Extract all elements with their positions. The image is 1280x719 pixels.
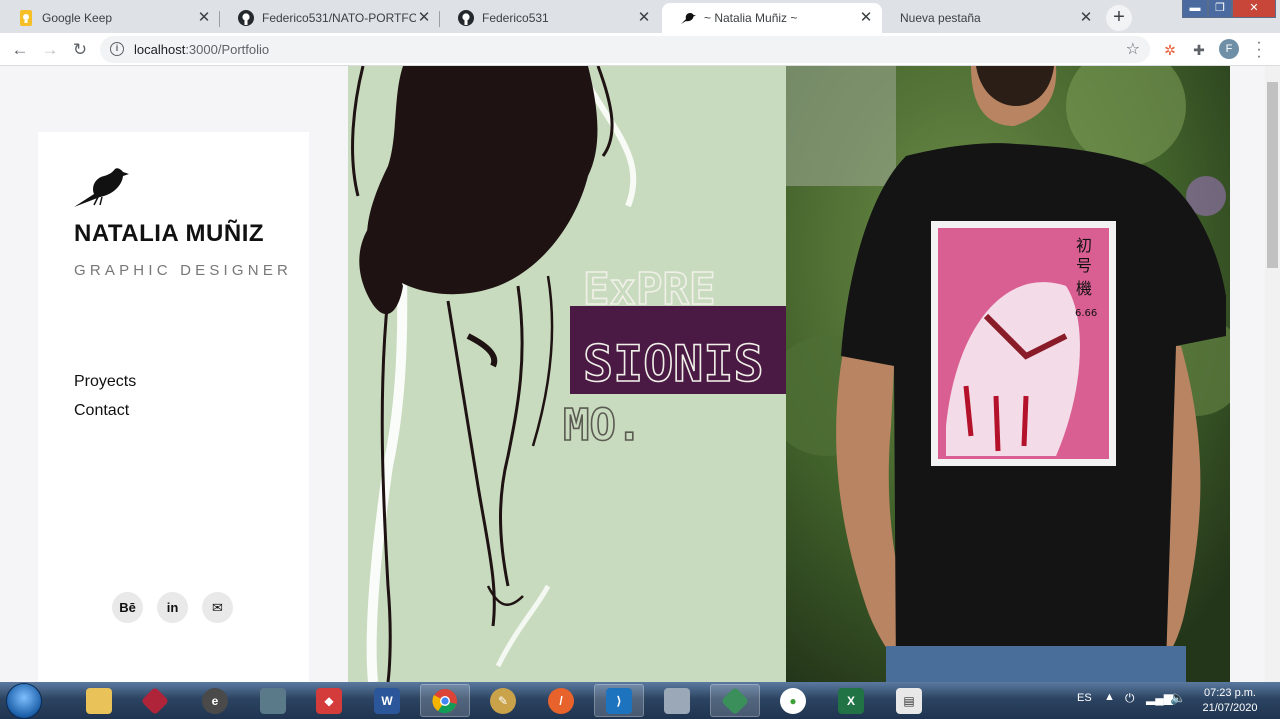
browser-toolbar: ← → ↻ i localhost:3000/Portfolio ☆ ✲ ✚ F… [0,33,1280,66]
close-tab-icon[interactable]: ✕ [858,10,874,26]
google-keep-icon [18,10,34,26]
close-tab-icon[interactable]: ✕ [636,10,652,26]
behance-icon[interactable]: Bē [112,592,143,623]
git-app-taskbar-icon[interactable]: ◆ [304,684,354,717]
tshirt-photo-image[interactable]: 初 号 機 6.66 [786,66,1230,682]
start-button[interactable] [6,683,42,719]
remote-desktop-taskbar-icon[interactable] [248,684,298,717]
address-bar[interactable]: i localhost:3000/Portfolio ☆ [100,36,1150,63]
tab-title: ~ Natalia Muñiz ~ [704,11,798,25]
reload-button[interactable]: ↻ [68,38,92,62]
close-tab-icon[interactable]: ✕ [196,10,212,26]
tab-nato-portfolio[interactable]: Federico531/NATO-PORTFOLIO ✕ [220,3,440,33]
poster-text-line-3: MO. [563,400,642,451]
puzzle-extensions-icon[interactable]: ✚ [1189,40,1209,60]
tab-title: Nueva pestaña [900,11,981,25]
windows-taskbar: e ◆ W ✎ / ⟩ ● X ▤ ES ▲ ⏻ ▂▄▆ 🔈 07:23 p.m… [0,682,1280,719]
shirt-text-3: 機 [1076,279,1092,298]
tab-title: Google Keep [42,11,113,25]
forward-button[interactable]: → [38,38,62,62]
system-clock[interactable]: 07:23 p.m. 21/07/2020 [1195,686,1265,716]
tab-strip: Google Keep ✕ Federico531/NATO-PORTFOLIO… [0,0,1280,33]
url-host: localhost [134,42,186,57]
excel-taskbar-icon[interactable]: X [826,684,876,717]
bird-logo-icon[interactable] [74,168,130,213]
tab-federico531[interactable]: Federico531 ✕ [440,3,660,33]
sidebar-card: NATALIA MUÑIZ GRAPHIC DESIGNER Proyects … [38,132,309,682]
browser-app-taskbar-icon[interactable]: e [190,684,240,717]
design-app-taskbar-icon[interactable]: / [536,684,586,717]
url-path: :3000/Portfolio [185,42,270,57]
close-window-button[interactable]: ✕ [1232,0,1276,18]
tab-natalia-muniz[interactable]: ~ Natalia Muñiz ~ ✕ [662,3,882,33]
file-explorer-taskbar-icon[interactable] [74,684,124,717]
paint-taskbar-icon[interactable]: ✎ [478,684,528,717]
close-tab-icon[interactable]: ✕ [1078,10,1094,26]
minimize-button[interactable]: ▬ [1182,0,1208,18]
chrome-taskbar-icon[interactable] [420,684,470,717]
tab-title: Federico531/NATO-PORTFOLIO [262,11,416,25]
nav-link-proyects[interactable]: Proyects [74,373,136,391]
app-taskbar-icon[interactable] [130,684,180,717]
word-taskbar-icon[interactable]: W [362,684,412,717]
clock-time: 07:23 p.m. [1204,687,1256,699]
github-icon [458,10,474,26]
extension-icon[interactable]: ✲ [1160,40,1180,60]
calculator-taskbar-icon[interactable] [652,684,702,717]
page-viewport: NATALIA MUÑIZ GRAPHIC DESIGNER Proyects … [0,66,1265,682]
tab-title: Federico531 [482,11,549,25]
info-icon[interactable]: i [110,42,124,56]
mail-icon[interactable]: ✉ [202,592,233,623]
maximize-button[interactable]: ❐ [1208,0,1232,18]
tab-google-keep[interactable]: Google Keep ✕ [0,3,220,33]
page-scrollbar[interactable] [1265,66,1280,682]
linkedin-icon[interactable]: in [157,592,188,623]
menu-dots-icon[interactable]: · · · [1254,35,1264,65]
shirt-text-4: 6.66 [1075,308,1097,319]
vscode-taskbar-icon[interactable]: ⟩ [594,684,644,717]
back-button[interactable]: ← [8,38,32,62]
scrollbar-thumb[interactable] [1267,82,1278,268]
clock-date: 21/07/2020 [1202,702,1258,714]
gitkraken-taskbar-icon[interactable] [710,684,760,717]
language-indicator[interactable]: ES [1077,692,1092,704]
poster-text-line-2: SIONIS [583,335,764,393]
bookmark-star-icon[interactable]: ☆ [1126,36,1140,63]
network-icon[interactable]: ▂▄▆ [1146,691,1173,705]
document-taskbar-icon[interactable]: ▤ [884,684,934,717]
new-tab-button[interactable]: + [1106,5,1132,31]
github-icon [238,10,254,26]
shirt-text-2: 号 [1076,256,1092,275]
expresionismo-poster-image[interactable]: ExPRE SIONIS MO. [348,66,786,682]
mongodb-taskbar-icon[interactable]: ● [768,684,818,717]
power-icon[interactable]: ⏻ [1125,691,1135,706]
tray-expand-icon[interactable]: ▲ [1104,691,1115,703]
tab-nueva-pestana[interactable]: Nueva pestaña ✕ [882,3,1102,33]
poster-text-line-1: ExPRE [583,264,715,315]
brand-role: GRAPHIC DESIGNER [74,262,293,279]
bird-icon [680,10,696,26]
shirt-text-1: 初 [1076,236,1092,255]
brand-name: NATALIA MUÑIZ [74,220,265,247]
profile-avatar[interactable]: F [1219,39,1239,59]
nav-link-contact[interactable]: Contact [74,402,129,420]
volume-icon[interactable]: 🔈 [1170,690,1186,706]
close-tab-icon[interactable]: ✕ [416,10,432,26]
